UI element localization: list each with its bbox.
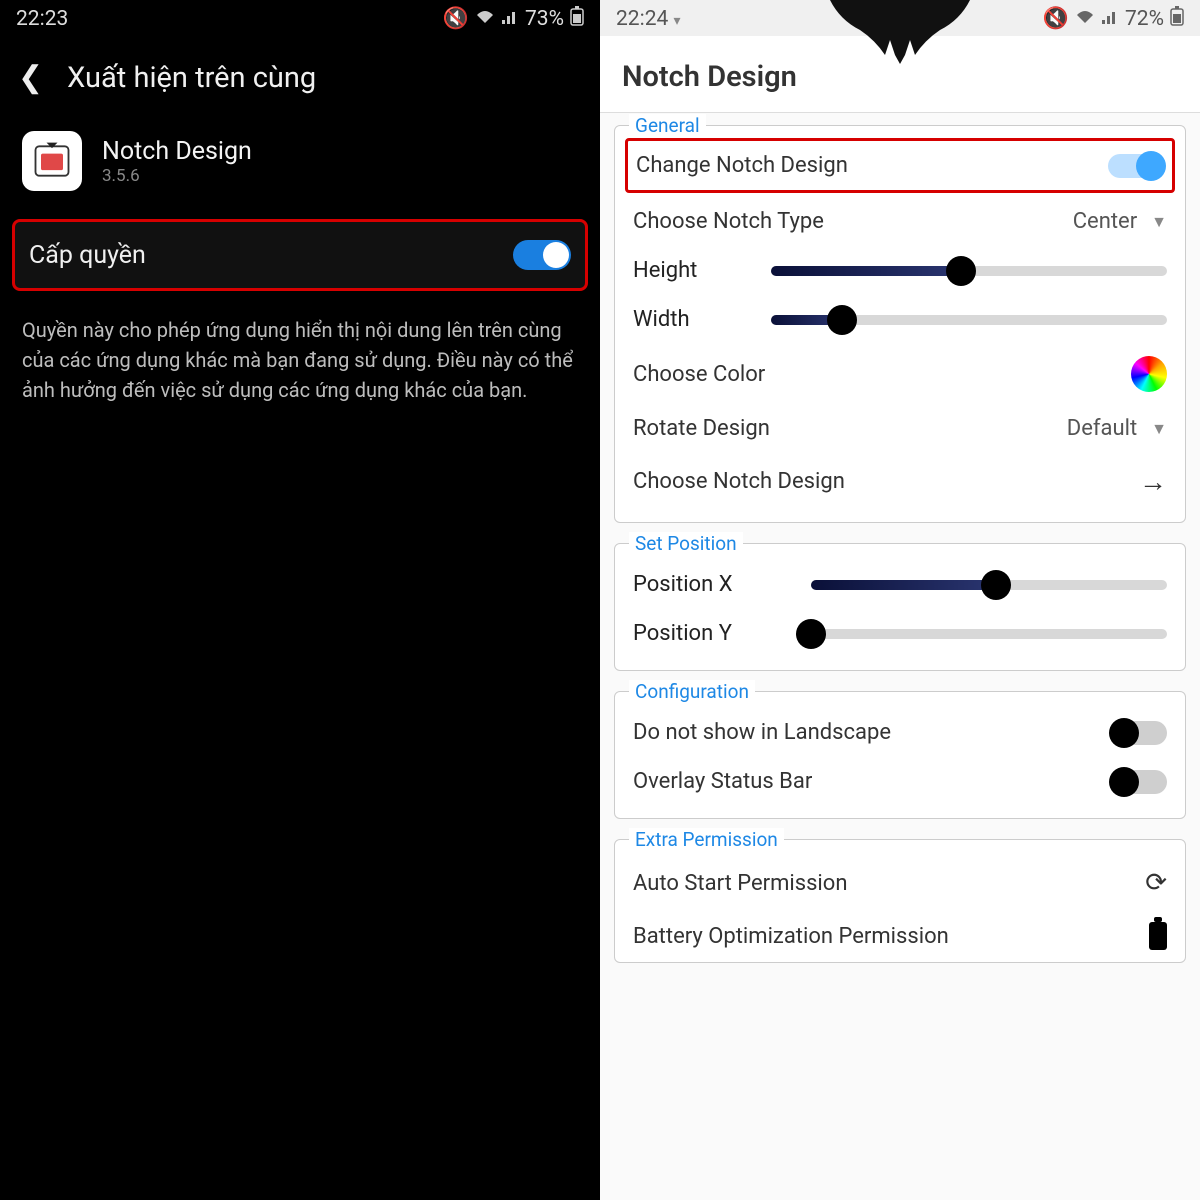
dropdown-icon: ▼ — [1151, 419, 1167, 439]
battery-percent: 73% — [525, 7, 564, 31]
dropdown-icon: ▼ — [1151, 212, 1167, 232]
app-icon — [22, 131, 82, 191]
mute-icon: 🔇 — [443, 7, 469, 31]
battery-opt-label: Battery Optimization Permission — [633, 924, 949, 949]
position-y-slider[interactable] — [811, 629, 1167, 639]
rotate-label: Rotate Design — [633, 416, 770, 441]
arrow-right-icon: → — [1139, 465, 1167, 498]
autostart-label: Auto Start Permission — [633, 871, 847, 896]
rotate-row[interactable]: Rotate Design Default ▼ — [629, 404, 1171, 453]
general-group: General Change Notch Design Choose Notch… — [614, 125, 1186, 523]
extra-title: Extra Permission — [629, 828, 784, 851]
status-bar: 22:23 🔇 73% — [0, 0, 600, 36]
landscape-row: Do not show in Landscape — [629, 708, 1171, 757]
refresh-icon: ⟳ — [1145, 868, 1167, 898]
wifi-icon — [475, 7, 495, 31]
back-icon[interactable]: ❮ — [18, 60, 43, 95]
set-position-title: Set Position — [629, 532, 743, 555]
expand-icon: ▾ — [674, 13, 681, 29]
width-label: Width — [633, 307, 753, 332]
wifi-icon — [1075, 7, 1095, 31]
choose-color-row[interactable]: Choose Color — [629, 344, 1171, 404]
position-x-label: Position X — [633, 572, 793, 597]
battery-opt-row[interactable]: Battery Optimization Permission — [629, 910, 1171, 950]
battery-icon — [1170, 6, 1184, 32]
status-time: 22:23 — [16, 7, 68, 31]
width-slider[interactable] — [771, 315, 1167, 325]
general-title: General — [629, 114, 706, 137]
extra-permission-group: Extra Permission Auto Start Permission ⟳… — [614, 839, 1186, 963]
choose-color-label: Choose Color — [633, 362, 765, 387]
permission-description: Quyền này cho phép ứng dụng hiển thị nội… — [0, 291, 600, 429]
page-title: Xuất hiện trên cùng — [67, 61, 316, 95]
batman-notch-icon — [830, 0, 970, 64]
app-name: Notch Design — [102, 137, 252, 166]
autostart-row[interactable]: Auto Start Permission ⟳ — [629, 856, 1171, 910]
signal-icon — [1101, 7, 1119, 31]
permission-card: Cấp quyền — [12, 219, 588, 291]
permission-toggle[interactable] — [513, 240, 571, 270]
overlay-row: Overlay Status Bar — [629, 757, 1171, 806]
position-x-slider[interactable] — [811, 580, 1167, 590]
choose-notch-row[interactable]: Choose Notch Design → — [629, 453, 1171, 510]
landscape-label: Do not show in Landscape — [633, 720, 891, 745]
set-position-group: Set Position Position X Position Y — [614, 543, 1186, 671]
battery-icon — [1149, 922, 1167, 950]
configuration-title: Configuration — [629, 680, 755, 703]
width-row: Width — [629, 295, 1171, 344]
app-version: 3.5.6 — [102, 166, 252, 186]
battery-icon — [570, 6, 584, 32]
overlay-label: Overlay Status Bar — [633, 769, 812, 794]
app-info-row[interactable]: Notch Design 3.5.6 — [0, 123, 600, 219]
choose-notch-label: Choose Notch Design — [633, 469, 845, 494]
choose-type-value: Center — [1073, 209, 1137, 234]
height-label: Height — [633, 258, 753, 283]
left-screenshot: 22:23 🔇 73% ❮ Xuất hiện trên cùng Notch … — [0, 0, 600, 1200]
battery-percent: 72% — [1125, 7, 1164, 31]
signal-icon — [501, 7, 519, 31]
position-y-label: Position Y — [633, 621, 793, 646]
overlay-toggle[interactable] — [1111, 770, 1167, 794]
status-icons: 🔇 73% — [443, 6, 584, 32]
status-time: 22:24 — [616, 7, 668, 31]
choose-type-label: Choose Notch Type — [633, 209, 824, 234]
page-header: ❮ Xuất hiện trên cùng — [0, 36, 600, 123]
rotate-value: Default — [1067, 416, 1137, 441]
permission-label: Cấp quyền — [29, 241, 146, 270]
landscape-toggle[interactable] — [1111, 721, 1167, 745]
position-x-row: Position X — [629, 560, 1171, 609]
choose-type-row[interactable]: Choose Notch Type Center ▼ — [629, 197, 1171, 246]
mute-icon: 🔇 — [1043, 7, 1069, 31]
height-row: Height — [629, 246, 1171, 295]
change-design-toggle[interactable] — [1108, 154, 1164, 178]
position-y-row: Position Y — [629, 609, 1171, 658]
status-icons: 🔇 72% — [1043, 6, 1184, 32]
change-design-row: Change Notch Design — [625, 138, 1175, 193]
configuration-group: Configuration Do not show in Landscape O… — [614, 691, 1186, 819]
color-wheel-icon — [1131, 356, 1167, 392]
change-design-label: Change Notch Design — [636, 153, 848, 178]
right-screenshot: 22:24 ▾ 🔇 72% Notch Design General Chang… — [600, 0, 1200, 1200]
height-slider[interactable] — [771, 266, 1167, 276]
